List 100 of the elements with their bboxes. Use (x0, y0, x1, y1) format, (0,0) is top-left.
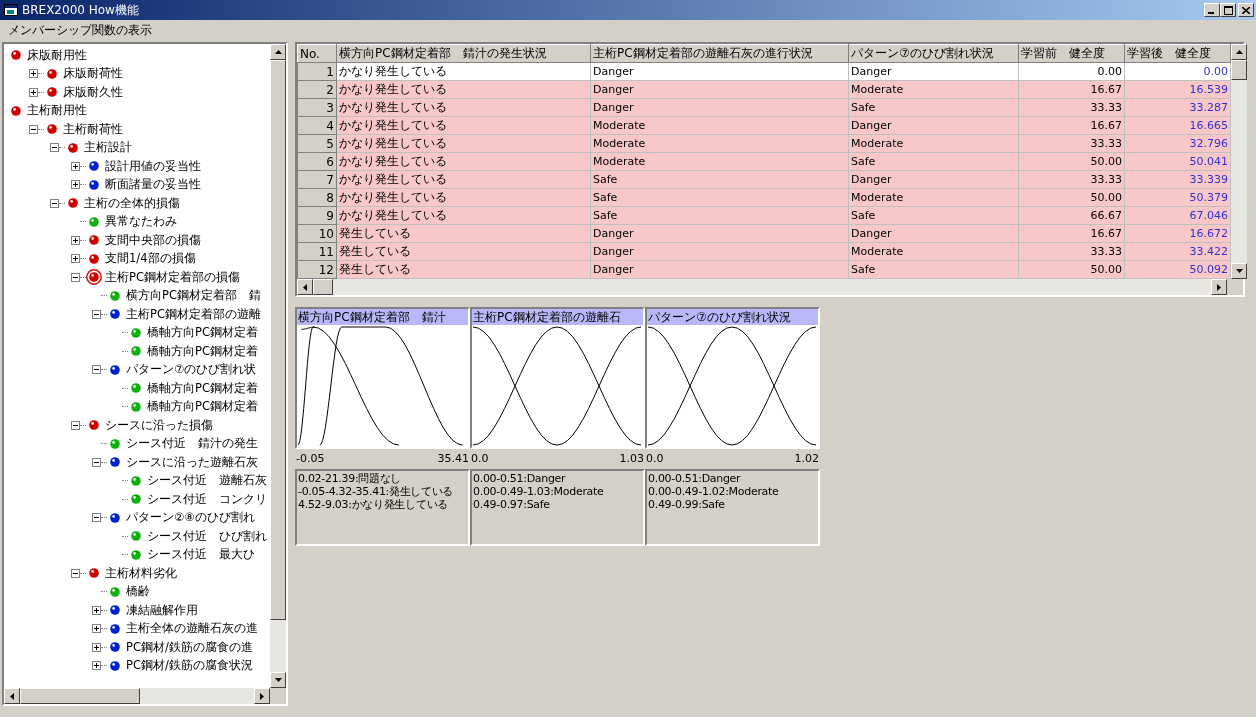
tree-item[interactable]: 橋軸方向PC鋼材定着 (146, 380, 259, 396)
maximize-button[interactable] (1220, 3, 1236, 17)
table-row[interactable]: 10 発生している Danger Danger 16.67 16.672 (297, 224, 1231, 243)
tree-item[interactable]: 主桁材料劣化 (104, 565, 178, 581)
close-icon (1242, 6, 1250, 14)
table-row[interactable]: 7 かなり発生している Safe Danger 33.33 33.339 (297, 170, 1231, 189)
scrollbar-corner (270, 688, 286, 704)
tree-item[interactable]: 主桁耐荷性 (62, 121, 124, 137)
column-header[interactable]: 学習後 健全度 (1124, 44, 1231, 63)
tree-item[interactable]: シース付近 最大ひ (146, 547, 256, 563)
tree-item[interactable]: シース付近 遊離石灰 (146, 473, 268, 489)
legend-line: 0.00-0.49-1.03:Moderate (473, 485, 605, 498)
expander-icon[interactable] (50, 198, 59, 208)
scroll-right-icon (1217, 283, 1221, 291)
tree-item[interactable]: 支間1/4部の損傷 (104, 251, 197, 267)
tree-item[interactable]: シース付近 ひび割れ (146, 528, 268, 544)
scroll-left-icon (10, 692, 14, 700)
expander-icon[interactable] (92, 624, 101, 634)
legend-line: 0.00-0.51:Danger (473, 472, 567, 485)
tree-item[interactable]: PC鋼材/鉄筋の腐食状況 (125, 658, 254, 674)
table-row[interactable]: 4 かなり発生している Moderate Danger 16.67 16.665 (297, 116, 1231, 135)
tree-item[interactable]: 主桁の全体的損傷 (83, 195, 181, 211)
legend-line: 4.52-9.03:かなり発生している (298, 498, 449, 511)
axis-label: -0.05 (296, 451, 325, 465)
axis-label: 0.0 (646, 451, 664, 465)
tree-item[interactable]: 主桁全体の遊離石灰の進 (125, 621, 259, 637)
tree-item[interactable]: パターン⑦のひび割れ状 (125, 362, 258, 378)
table-row[interactable]: 12 発生している Danger Safe 50.00 50.092 (297, 260, 1231, 279)
tree-item[interactable]: 主桁PC鋼材定着部の遊離 (125, 306, 262, 322)
expander-icon[interactable] (71, 254, 80, 264)
expander-icon[interactable] (71, 420, 80, 430)
tree-item[interactable]: 主桁PC鋼材定着部の損傷 (104, 269, 241, 285)
expander-icon[interactable] (71, 161, 80, 171)
scroll-thumb[interactable] (20, 688, 140, 704)
scroll-up-icon (274, 50, 282, 54)
tree-item[interactable]: 設計用値の妥当性 (104, 158, 202, 174)
column-header[interactable]: パターン⑦のひび割れ状況 (848, 44, 1019, 63)
column-header[interactable]: No. (297, 44, 337, 63)
expander-icon[interactable] (92, 605, 101, 615)
table-row[interactable]: 9 かなり発生している Safe Safe 66.67 67.046 (297, 206, 1231, 225)
expander-icon[interactable] (71, 272, 80, 282)
tree-item[interactable]: 橋軸方向PC鋼材定着 (146, 343, 259, 359)
expander-icon[interactable] (92, 642, 101, 652)
table-row[interactable]: 5 かなり発生している Moderate Moderate 33.33 32.796 (297, 134, 1231, 153)
expander-icon[interactable] (92, 661, 101, 671)
expander-icon[interactable] (29, 87, 38, 97)
tree-item[interactable]: 断面諸量の妥当性 (104, 177, 202, 193)
column-header[interactable]: 横方向PC鋼材定着部 錆汁の発生状況 (336, 44, 591, 63)
vertical-scrollbar[interactable] (1231, 44, 1247, 279)
tree-item[interactable]: パターン②⑧のひび割れ (125, 510, 256, 526)
tree-item[interactable]: 凍結融解作用 (125, 602, 199, 618)
expander-icon[interactable] (29, 124, 38, 134)
horizontal-scrollbar[interactable] (297, 279, 1243, 295)
tree-item[interactable]: 異常なたわみ (104, 214, 178, 230)
table-row[interactable]: 8 かなり発生している Safe Moderate 50.00 50.379 (297, 188, 1231, 207)
expander-icon[interactable] (71, 180, 80, 190)
table-row[interactable]: 3 かなり発生している Danger Safe 33.33 33.287 (297, 98, 1231, 117)
tree-item[interactable]: シース付近 コンクリ (146, 491, 268, 507)
table-row[interactable]: 6 かなり発生している Moderate Safe 50.00 50.041 (297, 152, 1231, 171)
tree-item[interactable]: 床版耐久性 (62, 84, 124, 100)
tree-item[interactable]: 主桁設計 (83, 140, 133, 156)
tree-item[interactable]: 主桁耐用性 (26, 103, 88, 119)
scroll-down-icon (274, 678, 282, 682)
scroll-thumb[interactable] (1231, 60, 1247, 80)
axis-label: 1.02 (794, 451, 819, 465)
tree-item[interactable]: PC鋼材/鉄筋の腐食の進 (125, 639, 254, 655)
tree-item[interactable]: 床版耐用性 (26, 47, 88, 63)
tree-item[interactable]: シースに沿った遊離石灰 (125, 454, 259, 470)
column-header[interactable]: 学習前 健全度 (1018, 44, 1125, 63)
tree-item[interactable]: 横方向PC鋼材定着部 錆 (125, 288, 262, 304)
close-button[interactable] (1238, 3, 1254, 17)
horizontal-scrollbar[interactable] (4, 688, 286, 704)
axis-label: 35.41 (437, 451, 469, 465)
expander-icon[interactable] (50, 143, 59, 153)
tree-item[interactable]: シースに沿った損傷 (104, 417, 214, 433)
scroll-thumb[interactable] (313, 279, 333, 295)
expander-icon[interactable] (92, 309, 101, 319)
table-row[interactable]: 1 かなり発生している Danger Danger 0.00 0.00 (297, 62, 1231, 81)
tree-item[interactable]: 支間中央部の損傷 (104, 232, 202, 248)
chart-title: 横方向PC鋼材定着部 錆汁 (297, 309, 468, 325)
legend-line: 0.00-0.51:Danger (648, 472, 742, 485)
tree-item[interactable]: シース付近 錆汁の発生 (125, 436, 259, 452)
expander-icon[interactable] (92, 513, 101, 523)
minimize-button[interactable] (1204, 3, 1220, 17)
table-row[interactable]: 11 発生している Danger Moderate 33.33 33.422 (297, 242, 1231, 261)
expander-icon[interactable] (71, 568, 80, 578)
tree-item[interactable]: 橋軸方向PC鋼材定着 (146, 399, 259, 415)
chart-title: パターン⑦のひび割れ状況 (647, 309, 818, 325)
table-row[interactable]: 2 かなり発生している Danger Moderate 16.67 16.539 (297, 80, 1231, 99)
axis-label: 1.03 (619, 451, 644, 465)
expander-icon[interactable] (92, 365, 101, 375)
legend-line: 0.49-0.97:Safe (473, 498, 551, 511)
expander-icon[interactable] (71, 235, 80, 245)
expander-icon[interactable] (92, 457, 101, 467)
column-header[interactable]: 主桁PC鋼材定着部の遊離石灰の進行状況 (590, 44, 849, 63)
menu-item[interactable]: メンバーシップ関数の表示 (4, 21, 156, 39)
tree-item[interactable]: 橋軸方向PC鋼材定着 (146, 325, 259, 341)
tree-item[interactable]: 橋齢 (125, 584, 151, 600)
expander-icon[interactable] (29, 69, 38, 79)
tree-item[interactable]: 床版耐荷性 (62, 66, 124, 82)
